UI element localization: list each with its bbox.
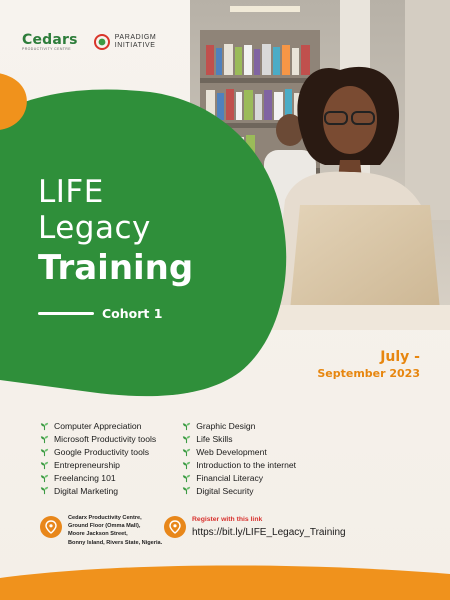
course-label: Freelancing 101 (54, 473, 116, 483)
headline-legacy: Legacy (38, 210, 151, 246)
course-item: Web Development (182, 447, 296, 458)
cohort-label: Cohort 1 (102, 306, 163, 321)
paradigm-logo: PARADIGM INITIATIVE (93, 33, 157, 50)
headline-life: LIFE (38, 174, 104, 210)
sprout-icon (40, 422, 49, 431)
course-item: Freelancing 101 (40, 473, 156, 484)
date-range-year: September 2023 (317, 367, 420, 380)
sprout-icon (40, 487, 49, 495)
address-line4: Bonny Island, Rivers State, Nigeria. (68, 539, 163, 546)
course-label: Microsoft Productivity tools (54, 434, 157, 445)
sprout-icon (40, 435, 49, 443)
sprout-icon (183, 435, 191, 443)
location-pin-icon (164, 516, 186, 538)
course-column-left: Computer Appreciation Microsoft Productiv… (40, 421, 156, 496)
sprout-icon (183, 487, 191, 495)
headline: LIFE Legacy Training (38, 174, 193, 290)
sprout-icon (40, 461, 49, 469)
course-item: Microsoft Productivity tools (40, 434, 156, 445)
course-item: Google Productivity tools (40, 447, 156, 458)
course-label: Google Productivity tools (54, 447, 150, 458)
course-column-right: Graphic Design Life Skills Web Development… (182, 421, 296, 496)
address-block: Cedarx Productivity Centre, Ground Floor… (40, 514, 162, 547)
course-item: Digital Security (182, 485, 296, 496)
address-line1: Cedarx Productivity Centre, (68, 515, 142, 521)
course-label: Graphic Design (196, 421, 256, 432)
cedars-tagline: PRODUCTIVITY CENTRE (22, 47, 71, 51)
bottom-orange-band (0, 565, 450, 600)
course-item: Introduction to the internet (182, 460, 296, 471)
paradigm-line2: INITIATIVE (114, 41, 156, 49)
course-label: Digital Marketing (54, 485, 118, 496)
register-link[interactable]: https://bit.ly/LIFE_Legacy_Training (192, 525, 346, 541)
flyer: Cedars PRODUCTIVITY CENTRE PARADIGM INIT… (0, 0, 450, 600)
address-line2: Ground Floor (Omma Mall), (68, 523, 141, 530)
course-label: Life Skills (196, 434, 233, 445)
course-item: Financial Literacy (182, 473, 296, 484)
course-label: Entrepreneurship (54, 460, 120, 471)
register-block: Register with this link https://bit.ly/L… (164, 514, 346, 541)
course-item: Life Skills (182, 434, 296, 445)
register-label: Register with this link (192, 516, 263, 523)
course-item: Digital Marketing (40, 485, 156, 496)
course-item: Graphic Design (182, 421, 296, 432)
course-item: Computer Appreciation (40, 421, 156, 432)
headline-training: Training (38, 248, 194, 288)
sprout-icon (183, 422, 191, 431)
paradigm-emblem-icon (93, 33, 110, 50)
sprout-icon (40, 474, 49, 482)
orange-blob (0, 73, 27, 130)
green-shape (0, 89, 287, 397)
cohort-row: Cohort 1 (38, 306, 162, 321)
sprout-icon (40, 448, 49, 456)
sprout-icon (183, 448, 191, 456)
logos-bar: Cedars PRODUCTIVITY CENTRE PARADIGM INIT… (22, 32, 156, 51)
cedars-wordmark: Cedars (22, 32, 78, 48)
location-pin-icon (40, 516, 62, 538)
date-range: July - September 2023 (317, 348, 420, 382)
course-label: Web Development (196, 447, 267, 458)
date-months: July - (380, 349, 420, 365)
sprout-icon (183, 461, 191, 469)
course-label: Introduction to the internet (196, 460, 297, 471)
course-item: Entrepreneurship (40, 460, 156, 471)
address-text: Cedarx Productivity Centre, Ground Floor… (68, 514, 162, 547)
course-label: Digital Security (196, 485, 254, 496)
course-label: Financial Literacy (196, 473, 264, 483)
sprout-icon (183, 474, 191, 482)
address-line3: Moore Jackson Street, (68, 531, 128, 538)
course-label: Computer Appreciation (54, 421, 142, 432)
cedars-logo: Cedars PRODUCTIVITY CENTRE (22, 32, 78, 51)
paradigm-line1: PARADIGM (114, 33, 157, 41)
course-list: Computer Appreciation Microsoft Productiv… (40, 421, 296, 496)
cohort-divider (38, 312, 94, 315)
